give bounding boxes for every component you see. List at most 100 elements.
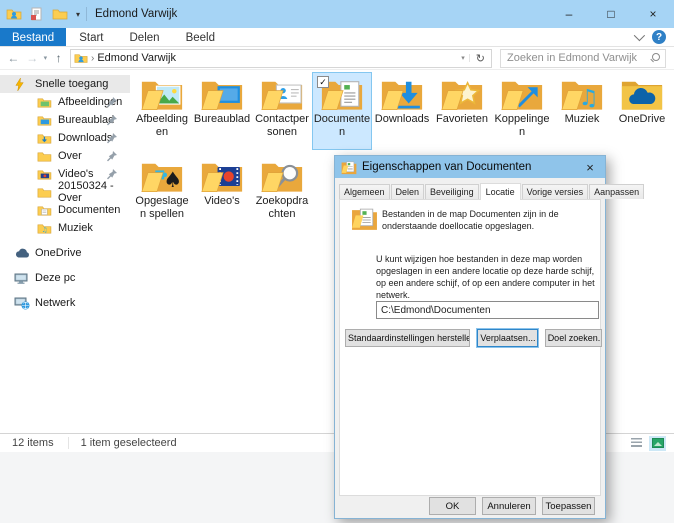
- maximize-button[interactable]: □: [590, 0, 632, 28]
- dialog-description-text: U kunt wijzigen hoe bestanden in deze ma…: [376, 254, 595, 300]
- sidebar-item-onedrive[interactable]: OneDrive: [0, 244, 130, 262]
- sidebar-item-label: Over: [58, 150, 82, 162]
- sidebar-item-muziek[interactable]: ♫ Muziek: [0, 219, 130, 237]
- thumbnails-view-icon[interactable]: [649, 435, 666, 451]
- file-label: Bureaublad: [193, 113, 251, 125]
- details-view-icon[interactable]: [628, 436, 645, 451]
- help-icon[interactable]: ?: [652, 30, 666, 44]
- forward-icon[interactable]: →: [25, 51, 40, 65]
- folder-icon: [37, 96, 53, 109]
- explorer-titlebar: ▾ Edmond Varwijk – □ ×: [0, 0, 674, 28]
- ribbon-tab-beeld[interactable]: Beeld: [173, 28, 228, 46]
- sidebar-item-bureaublad[interactable]: Bureaublad: [0, 111, 130, 129]
- close-button[interactable]: ×: [632, 0, 674, 28]
- dialog-tab-locatie[interactable]: Locatie: [479, 183, 521, 200]
- pictures-folder-icon: [141, 81, 183, 110]
- dialog-close-icon[interactable]: ×: [575, 156, 605, 178]
- dialog-tab-page: Bestanden in de map Documenten zijn in d…: [339, 199, 602, 496]
- address-right-controls: ▾ ↻: [457, 52, 489, 65]
- sidebar-item-snelle-toegang[interactable]: Snelle toegang: [0, 75, 130, 93]
- folder-icon: [37, 150, 53, 163]
- address-dropdown-icon[interactable]: ▾: [457, 54, 470, 62]
- minimize-button[interactable]: –: [548, 0, 590, 28]
- view-switcher: [628, 435, 666, 451]
- file-label: Contactpersonen: [255, 113, 309, 138]
- file-tile-contactpersonen[interactable]: Contactpersonen: [252, 72, 312, 150]
- dialog-title: Eigenschappen van Documenten: [362, 161, 532, 173]
- history-dropdown-icon[interactable]: ▾: [44, 54, 48, 62]
- pin-icon: [106, 96, 118, 108]
- svg-text:♫: ♫: [42, 226, 48, 234]
- sidebar-item-netwerk[interactable]: Netwerk: [0, 294, 130, 312]
- target-path-input[interactable]: [376, 301, 599, 319]
- file-tile-zoekopdrachten[interactable]: Zoekopdrachten: [252, 154, 312, 232]
- file-tile-opgeslagen-spellen[interactable]: ♠ Opgeslagen spellen: [132, 154, 192, 232]
- sidebar-item-downloads[interactable]: Downloads: [0, 129, 130, 147]
- sidebar-item-documenten[interactable]: Documenten: [0, 201, 130, 219]
- sidebar-item-afbeeldingen[interactable]: Afbeeldingen: [0, 93, 130, 111]
- navigation-pane: Snelle toegang Afbeeldingen Bureaublad D…: [0, 70, 130, 433]
- videos-folder-icon: [201, 163, 243, 192]
- dialog-tab-aanpassen[interactable]: Aanpassen: [589, 184, 645, 199]
- file-tile-afbeeldingen[interactable]: Afbeeldingen: [132, 72, 192, 150]
- file-tile-onedrive[interactable]: OneDrive: [612, 72, 672, 150]
- sidebar-item-label: Deze pc: [35, 272, 76, 284]
- address-bar-row: ← → ▾ ↑ › Edmond Varwijk ▾ ↻: [0, 47, 674, 70]
- up-icon[interactable]: ↑: [51, 51, 66, 65]
- folder-icon: [37, 114, 53, 127]
- file-tile-documenten[interactable]: ✓ Documenten: [312, 72, 372, 150]
- pin-icon: [106, 132, 118, 144]
- file-tile-videos[interactable]: Video's: [192, 154, 252, 232]
- restore-defaults-button[interactable]: Standaardinstellingen herstellen: [345, 329, 471, 347]
- refresh-icon[interactable]: ↻: [472, 52, 489, 65]
- file-label: Documenten: [313, 113, 371, 138]
- dialog-tab-vorige-versies[interactable]: Vorige versies: [521, 184, 589, 199]
- move-button[interactable]: Verplaatsen...: [477, 329, 538, 347]
- favorites-folder-icon: [441, 81, 483, 110]
- sidebar-item-label: Muziek: [58, 222, 93, 234]
- ok-button[interactable]: OK: [429, 497, 476, 515]
- window-title: Edmond Varwijk: [95, 8, 178, 20]
- downloads-folder-icon: [381, 81, 423, 110]
- desktop-folder-icon: [201, 81, 243, 110]
- file-tile-muziek[interactable]: ♫ Muziek: [552, 72, 612, 150]
- apply-button[interactable]: Toepassen: [542, 497, 595, 515]
- item-count: 12 items: [12, 437, 54, 449]
- ribbon-tab-delen[interactable]: Delen: [117, 28, 173, 46]
- sidebar-item-deze-pc[interactable]: Deze pc: [0, 269, 130, 287]
- breadcrumb-location[interactable]: Edmond Varwijk: [97, 52, 176, 64]
- file-tile-favorieten[interactable]: Favorieten: [432, 72, 492, 150]
- ribbon-tab-start[interactable]: Start: [66, 28, 116, 46]
- find-target-button[interactable]: Doel zoeken...: [544, 329, 602, 347]
- file-label: Zoekopdrachten: [255, 195, 309, 220]
- ribbon-tab-bestand[interactable]: Bestand: [0, 28, 67, 46]
- file-label: Downloads: [374, 113, 430, 125]
- address-box[interactable]: › Edmond Varwijk ▾ ↻: [70, 48, 492, 68]
- network-icon: [14, 297, 30, 310]
- dialog-tab-algemeen[interactable]: Algemeen: [339, 184, 390, 199]
- sidebar-item-label: OneDrive: [35, 247, 82, 259]
- pin-icon: [106, 150, 118, 162]
- search-input[interactable]: [507, 52, 649, 64]
- back-icon[interactable]: ←: [6, 51, 21, 65]
- contacts-folder-icon: [261, 81, 303, 110]
- selection-checkbox[interactable]: ✓: [317, 76, 329, 88]
- dialog-tab-beveiliging[interactable]: Beveiliging: [425, 184, 479, 199]
- sidebar-item-over[interactable]: Over: [0, 147, 130, 165]
- search-icon: [649, 52, 661, 64]
- qat-new-folder-icon[interactable]: [52, 7, 68, 21]
- qat-properties-icon[interactable]: [29, 7, 45, 21]
- file-tile-koppelingen[interactable]: Koppelingen: [492, 72, 552, 150]
- ribbon-collapse-icon[interactable]: [633, 29, 646, 42]
- qat-customize-dropdown-icon[interactable]: ▾: [76, 10, 80, 19]
- dialog-tab-delen[interactable]: Delen: [390, 184, 425, 199]
- file-tile-downloads[interactable]: Downloads: [372, 72, 432, 150]
- cancel-button[interactable]: Annuleren: [482, 497, 536, 515]
- pin-icon: [106, 168, 118, 180]
- dialog-footer: OK Annuleren Toepassen: [335, 497, 605, 515]
- file-label: Koppelingen: [494, 113, 550, 138]
- sidebar-item-20150324-over[interactable]: 20150324 - Over: [0, 180, 130, 204]
- ribbon-tab-bar: Bestand Start Delen Beeld ?: [0, 28, 674, 47]
- breadcrumb-chevron-icon: ›: [91, 52, 95, 64]
- file-tile-bureaublad[interactable]: Bureaublad: [192, 72, 252, 150]
